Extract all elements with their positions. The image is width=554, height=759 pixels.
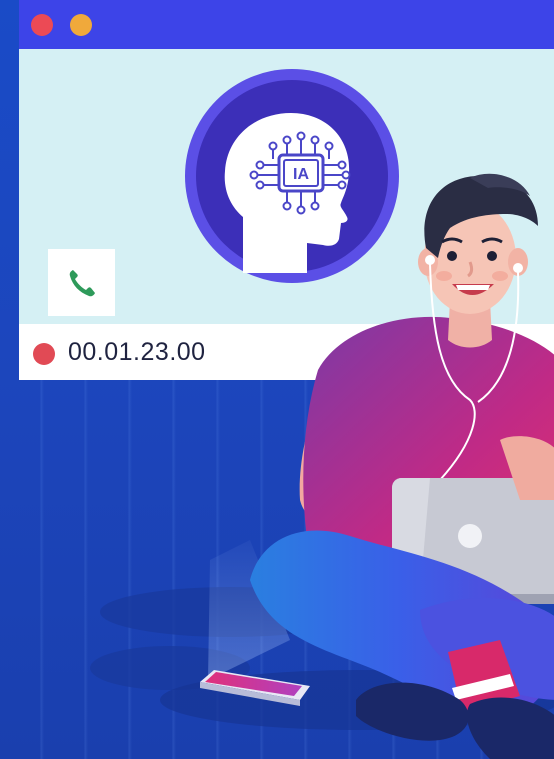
illustration-scene: IA 00.01.23.00: [0, 0, 554, 759]
person-illustration: [90, 173, 554, 759]
